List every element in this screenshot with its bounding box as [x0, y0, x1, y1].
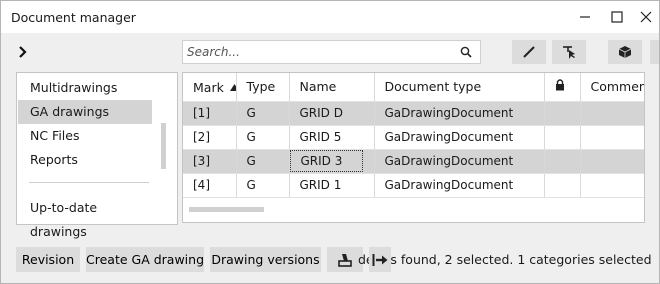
cell-mark: [3]: [183, 149, 237, 174]
cell-name: GRID 3: [289, 149, 375, 174]
document-manager-window: Document manager Multidrawings GA drawin…: [0, 0, 660, 284]
minimize-icon: [580, 16, 590, 18]
cell-comment: [580, 149, 644, 174]
revision-button[interactable]: Revision: [16, 247, 80, 272]
focused-cell-name: GRID 3: [289, 150, 364, 172]
table-row[interactable]: [2] G GRID 5 GaDrawingDocument: [183, 125, 644, 150]
close-button[interactable]: [634, 6, 658, 28]
column-header-name[interactable]: Name: [289, 73, 375, 102]
maximize-icon: [611, 11, 623, 23]
export-arrow-icon: [372, 253, 388, 266]
category-item-nc-files[interactable]: NC Files: [18, 124, 152, 148]
table-header: Mark Type Name Document type Comment: [183, 73, 644, 102]
lock-icon: [555, 79, 565, 94]
printer-icon: [338, 253, 352, 267]
table-horizontal-scrollbar[interactable]: [189, 207, 264, 212]
window-title: Document manager: [11, 10, 136, 25]
cell-comment: [580, 101, 644, 126]
category-scrollbar[interactable]: [161, 123, 166, 169]
category-item-ga-drawings[interactable]: GA drawings: [18, 100, 152, 124]
cube-icon: [618, 46, 632, 58]
cell-document-type: GaDrawingDocument: [374, 125, 545, 150]
category-divider: [29, 182, 149, 183]
category-list: Multidrawings GA drawings NC Files Repor…: [16, 72, 178, 239]
drawing-versions-button[interactable]: Drawing versions: [210, 247, 321, 272]
cell-mark: [2]: [183, 125, 237, 150]
cell-lock: [544, 149, 581, 174]
table-row[interactable]: [3] G GRID 3 GaDrawingDocument: [183, 149, 644, 174]
edit-button[interactable]: [512, 40, 546, 64]
status-text: de nts found, 2 selected. 1 categories s…: [358, 252, 652, 267]
select-in-model-button[interactable]: [552, 40, 586, 64]
cell-name: GRID 5: [289, 125, 375, 150]
column-header-type[interactable]: Type: [236, 73, 290, 102]
cell-name: GRID 1: [289, 173, 375, 198]
export-button[interactable]: [369, 247, 391, 272]
category-item-reports[interactable]: Reports: [18, 148, 152, 172]
maximize-button[interactable]: [605, 6, 629, 28]
cell-type: G: [236, 149, 290, 174]
column-header-document-type[interactable]: Document type: [374, 73, 545, 102]
filter-up-to-date-drawings[interactable]: Up-to-date drawings: [18, 196, 152, 239]
sort-ascending-icon: [229, 79, 235, 94]
chevron-right-icon: [19, 46, 27, 58]
cell-type: G: [236, 101, 290, 126]
search-icon[interactable]: [460, 46, 472, 61]
create-ga-drawing-button[interactable]: Create GA drawing: [86, 247, 204, 272]
cell-document-type: GaDrawingDocument: [374, 101, 545, 126]
cell-lock: [544, 173, 581, 198]
column-header-mark[interactable]: Mark: [183, 73, 237, 102]
search-box[interactable]: [182, 40, 481, 64]
cell-lock: [544, 101, 581, 126]
cell-mark: [1]: [183, 101, 237, 126]
close-icon: [640, 11, 652, 23]
cell-comment: [580, 173, 644, 198]
category-item-multidrawings[interactable]: Multidrawings: [18, 76, 152, 100]
cell-comment: [580, 125, 644, 150]
cell-type: G: [236, 173, 290, 198]
cell-document-type: GaDrawingDocument: [374, 173, 545, 198]
cell-type: G: [236, 125, 290, 150]
minimize-button[interactable]: [573, 6, 597, 28]
cell-name: GRID D: [289, 101, 375, 126]
column-header-lock[interactable]: [544, 73, 581, 102]
select-cursor-icon: [563, 46, 575, 59]
documents-table: Mark Type Name Document type Comment [1]…: [182, 72, 645, 223]
search-input[interactable]: [187, 44, 447, 60]
title-bar: Document manager: [1, 1, 659, 33]
cell-lock: [544, 125, 581, 150]
open-model-button[interactable]: [608, 40, 642, 64]
cell-mark: [4]: [183, 173, 237, 198]
edit-icon: [523, 46, 535, 58]
overflow-button[interactable]: [650, 40, 659, 64]
expand-panel-button[interactable]: [17, 45, 33, 63]
table-row[interactable]: [1] G GRID D GaDrawingDocument: [183, 101, 644, 126]
cell-document-type: GaDrawingDocument: [374, 149, 545, 174]
column-header-comment[interactable]: Comment: [580, 73, 644, 102]
table-row[interactable]: [4] G GRID 1 GaDrawingDocument: [183, 173, 644, 198]
